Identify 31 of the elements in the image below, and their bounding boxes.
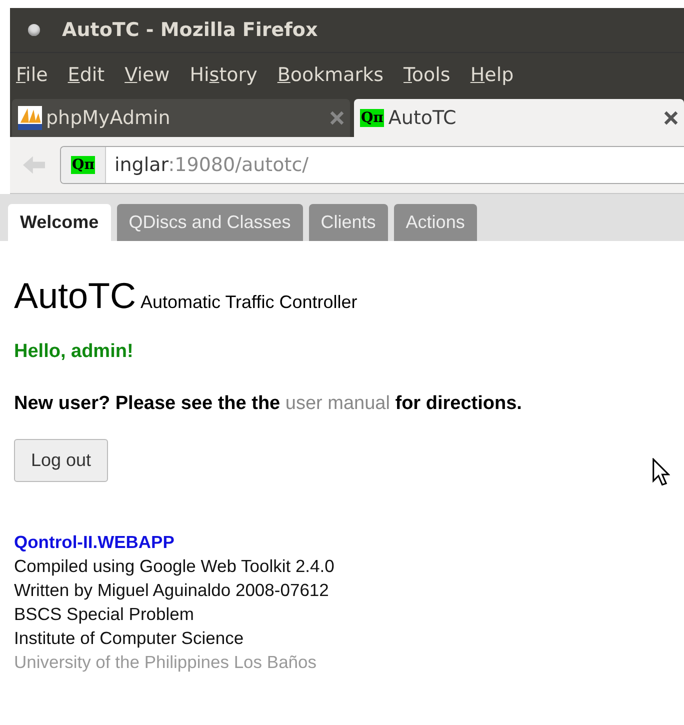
footer-line: Written by Miguel Aguinaldo 2008-07612 xyxy=(14,579,330,602)
window-button-icon[interactable] xyxy=(28,24,40,36)
footer-line: Institute of Computer Science xyxy=(14,627,245,650)
menu-item[interactable]: Help xyxy=(470,64,514,86)
app-name: Qontrol-II.WEBAPP xyxy=(14,531,176,554)
mouse-pointer-icon xyxy=(652,458,670,486)
window-title: AutoTC - Mozilla Firefox xyxy=(62,19,318,41)
greeting: Hello, admin! xyxy=(14,341,134,363)
logout-button[interactable]: Log out xyxy=(14,439,108,482)
menu-item[interactable]: Edit xyxy=(68,64,105,86)
address-field[interactable]: Qπ inglar:19080/autotc/ xyxy=(60,146,684,184)
menu-item[interactable]: Tools xyxy=(404,64,450,86)
favicon: Qπ xyxy=(360,109,384,127)
notice-text: New user? Please see the the user manual for directions. xyxy=(14,393,523,415)
browser-tab[interactable]: phpMyAdmin xyxy=(12,99,350,137)
menu-item[interactable]: View xyxy=(124,64,170,86)
favicon: Qπ xyxy=(71,156,96,174)
university-name: University of the Philippines Los Baños xyxy=(14,651,318,674)
footer-line: Compiled using Google Web Toolkit 2.4.0 xyxy=(14,555,336,578)
manual-link[interactable]: user manual xyxy=(285,393,390,414)
url-text: inglar:19080/autotc/ xyxy=(113,154,309,176)
footer-line: BSCS Special Problem xyxy=(14,603,195,626)
sail-icon xyxy=(18,106,42,130)
menu-item[interactable]: History xyxy=(190,64,258,86)
browser-tab[interactable]: Qπ AutoTC xyxy=(354,99,684,137)
app-subtitle: Automatic Traffic Controller xyxy=(140,292,358,312)
menu-item[interactable]: File xyxy=(16,64,48,86)
close-icon[interactable] xyxy=(664,111,678,125)
page-tab[interactable]: Welcome xyxy=(8,204,111,241)
app-title: AutoTC xyxy=(14,275,136,316)
menu-item[interactable]: Bookmarks xyxy=(277,64,384,86)
